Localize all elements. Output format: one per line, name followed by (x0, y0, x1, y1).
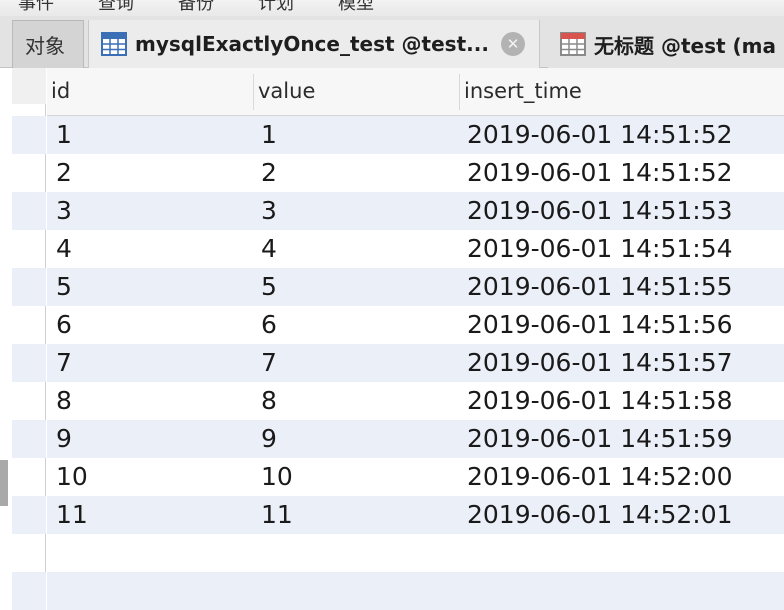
cell-insert-time[interactable]: 2019-06-01 14:51:58 (467, 382, 733, 420)
close-tab-icon[interactable]: ✕ (501, 32, 525, 56)
row-selector[interactable] (12, 116, 46, 154)
cell-insert-time[interactable]: 2019-06-01 14:51:56 (467, 306, 733, 344)
row-selector[interactable] (12, 192, 46, 230)
menu-bar: 事件 查询 备份 计划 模型 (0, 0, 784, 16)
cell-id[interactable]: 11 (56, 496, 88, 534)
data-grid: id value insert_time 1 1 2019-06-01 14:5… (47, 68, 784, 610)
cell-insert-time[interactable]: 2019-06-01 14:51:54 (467, 230, 733, 268)
menu-item-backup[interactable]: 备份 (178, 0, 214, 15)
cell-value[interactable]: 8 (261, 382, 277, 420)
cell-id[interactable]: 4 (56, 230, 72, 268)
row-selector[interactable] (12, 268, 46, 306)
table-row[interactable]: 6 6 2019-06-01 14:51:56 (47, 306, 784, 344)
cell-insert-time[interactable]: 2019-06-01 14:51:55 (467, 268, 733, 306)
gutter-header (12, 68, 46, 104)
column-header-id[interactable]: id (47, 68, 253, 115)
cell-id[interactable]: 9 (56, 420, 72, 458)
query-table-icon (560, 32, 586, 56)
cell-insert-time[interactable]: 2019-06-01 14:51:57 (467, 344, 733, 382)
cell-value[interactable]: 6 (261, 306, 277, 344)
table-row[interactable]: 11 11 2019-06-01 14:52:01 (47, 496, 784, 534)
column-header-insert-time[interactable]: insert_time (460, 68, 784, 115)
table-icon (101, 32, 127, 56)
tab-objects-label: 对象 (25, 34, 65, 58)
cell-id[interactable]: 2 (56, 154, 72, 192)
table-row[interactable]: 5 5 2019-06-01 14:51:55 (47, 268, 784, 306)
cell-insert-time[interactable]: 2019-06-01 14:51:59 (467, 420, 733, 458)
cell-id[interactable]: 7 (56, 344, 72, 382)
cell-value[interactable]: 5 (261, 268, 277, 306)
cell-value[interactable]: 10 (261, 458, 293, 496)
row-selector[interactable] (12, 496, 46, 534)
cell-value[interactable]: 2 (261, 154, 277, 192)
cell-id[interactable]: 10 (56, 458, 88, 496)
cell-id[interactable]: 1 (56, 116, 72, 154)
table-row[interactable]: 2 2 2019-06-01 14:51:52 (47, 154, 784, 192)
cell-id[interactable]: 3 (56, 192, 72, 230)
table-row[interactable]: 9 9 2019-06-01 14:51:59 (47, 420, 784, 458)
column-header-value[interactable]: value (254, 68, 459, 115)
cell-value[interactable]: 9 (261, 420, 277, 458)
row-selector[interactable] (12, 572, 46, 610)
cell-value[interactable]: 11 (261, 496, 293, 534)
row-selector[interactable] (12, 344, 46, 382)
cell-id[interactable]: 5 (56, 268, 72, 306)
cell-insert-time[interactable]: 2019-06-01 14:52:01 (467, 496, 733, 534)
table-row[interactable]: 7 7 2019-06-01 14:51:57 (47, 344, 784, 382)
cell-id[interactable]: 6 (56, 306, 72, 344)
tab-untitled-label: 无标题 @test (mac (594, 33, 776, 58)
table-row[interactable]: 3 3 2019-06-01 14:51:53 (47, 192, 784, 230)
cell-value[interactable]: 1 (261, 116, 277, 154)
table-row[interactable]: 10 10 2019-06-01 14:52:00 (47, 458, 784, 496)
grid-header: id value insert_time (47, 68, 784, 116)
menu-item-schedule[interactable]: 计划 (258, 0, 294, 15)
cell-insert-time[interactable]: 2019-06-01 14:52:00 (467, 458, 733, 496)
row-selector-gutter (0, 68, 46, 610)
tab-table-label: mysqlExactlyOnce_test @test... (135, 32, 489, 56)
cell-id[interactable]: 8 (56, 382, 72, 420)
cell-insert-time[interactable]: 2019-06-01 14:51:52 (467, 154, 733, 192)
cell-insert-time[interactable]: 2019-06-01 14:51:52 (467, 116, 733, 154)
table-row[interactable]: 8 8 2019-06-01 14:51:58 (47, 382, 784, 420)
empty-row (47, 572, 784, 610)
tab-objects[interactable]: 对象 (12, 20, 84, 68)
menu-item-query[interactable]: 查询 (98, 0, 134, 15)
cell-value[interactable]: 4 (261, 230, 277, 268)
menu-item-model[interactable]: 模型 (338, 0, 374, 15)
cell-value[interactable]: 3 (261, 192, 277, 230)
cell-insert-time[interactable]: 2019-06-01 14:51:53 (467, 192, 733, 230)
cell-value[interactable]: 7 (261, 344, 277, 382)
empty-row (47, 534, 784, 572)
table-row[interactable]: 4 4 2019-06-01 14:51:54 (47, 230, 784, 268)
tab-untitled-query[interactable]: 无标题 @test (mac (548, 20, 784, 68)
table-row[interactable]: 1 1 2019-06-01 14:51:52 (47, 116, 784, 154)
tab-table-mysqlexactlyonce-test[interactable]: mysqlExactlyOnce_test @test... ✕ (88, 20, 540, 68)
scrollbar-handle[interactable] (0, 460, 8, 506)
menu-item-events[interactable]: 事件 (18, 0, 54, 15)
tab-bar: 对象 mysqlExactlyOnce_test @test... ✕ 无标题 … (0, 16, 784, 68)
row-selector[interactable] (12, 420, 46, 458)
